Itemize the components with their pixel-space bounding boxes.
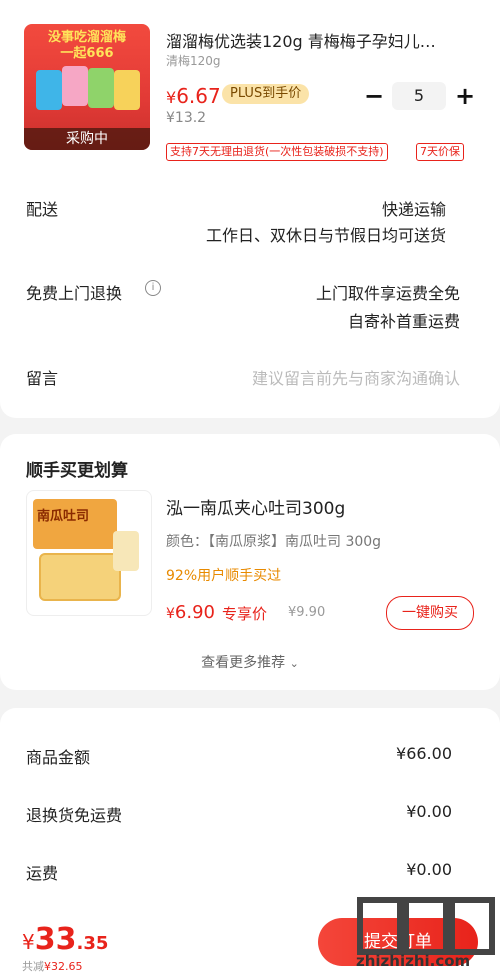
recommend-price: ¥6.90 bbox=[166, 602, 215, 623]
quantity-increase-button[interactable]: + bbox=[453, 84, 477, 108]
product-image-banner: 没事吃溜溜梅 一起666 bbox=[47, 30, 126, 61]
saved-prefix: 共减 bbox=[22, 960, 44, 973]
recommend-price-symbol: ¥ bbox=[166, 606, 175, 622]
see-more-recommend-link[interactable]: 查看更多推荐 ⌄ bbox=[0, 652, 500, 672]
info-icon[interactable]: i bbox=[145, 280, 161, 296]
saved-amount: 共减¥32.65 bbox=[22, 958, 83, 974]
price-symbol: ¥ bbox=[166, 88, 177, 107]
price-value: 6.67 bbox=[176, 84, 221, 108]
recommend-original-price: ¥9.90 bbox=[288, 605, 326, 620]
goods-amount-label: 商品金额 bbox=[26, 748, 91, 767]
message-label: 留言 bbox=[26, 369, 59, 388]
delivery-method[interactable]: 快递运输 bbox=[382, 196, 446, 220]
recommend-social-proof: 92%用户顺手买过 bbox=[166, 568, 282, 584]
one-click-buy-button[interactable]: 一键购买 bbox=[386, 596, 474, 630]
plus-price-badge: PLUS到手价 bbox=[222, 84, 310, 104]
shipping-value: ¥0.00 bbox=[406, 860, 452, 879]
toast-slice bbox=[39, 553, 121, 601]
recommend-section-title: 顺手买更划算 bbox=[26, 461, 128, 481]
see-more-label: 查看更多推荐 bbox=[201, 655, 286, 671]
return-shipping-label: 退换货免运费 bbox=[26, 806, 123, 825]
return-policy-tag: 支持7天无理由退货(一次性包装破损不支持) bbox=[166, 143, 388, 161]
minus-icon: − bbox=[363, 82, 385, 110]
message-input[interactable]: 建议留言前先与商家沟通确认 bbox=[252, 365, 460, 389]
product-spec[interactable]: 清梅120g bbox=[166, 52, 221, 69]
product-image[interactable]: 没事吃溜溜梅 一起666 采购中 bbox=[24, 24, 150, 150]
product-pack-pink bbox=[62, 66, 88, 106]
delivery-note: 工作日、双休日与节假日均可送货 bbox=[205, 226, 446, 245]
chevron-down-icon: ⌄ bbox=[289, 657, 299, 670]
watermark-text: zhizhizhi.com bbox=[356, 952, 471, 970]
recommend-product-image[interactable]: 南瓜吐司 bbox=[26, 490, 152, 616]
toast-box: 南瓜吐司 bbox=[33, 499, 117, 549]
return-line-2: 自寄补首重运费 bbox=[347, 312, 460, 331]
total-integer: 33 bbox=[34, 922, 77, 957]
plus-icon: + bbox=[454, 82, 476, 110]
product-pack-yellow bbox=[114, 70, 140, 110]
recommend-card: 顺手买更划算 南瓜吐司 泓一南瓜夹心吐司300g 颜色：【南瓜原浆】南瓜吐司 3… bbox=[0, 434, 500, 690]
goods-amount-value: ¥66.00 bbox=[396, 744, 452, 763]
price-protect-tag: 7天价保 bbox=[416, 143, 464, 161]
product-price: ¥6.67 bbox=[166, 84, 221, 108]
product-pack-blue bbox=[36, 70, 62, 110]
total-decimal: .35 bbox=[76, 933, 109, 954]
shipping-label: 运费 bbox=[26, 864, 59, 883]
quantity-decrease-button[interactable]: − bbox=[362, 84, 386, 108]
original-price: ¥13.2 bbox=[166, 110, 207, 126]
recommend-product-name[interactable]: 泓一南瓜夹心吐司300g bbox=[166, 494, 345, 519]
product-card: 没事吃溜溜梅 一起666 采购中 溜溜梅优选装120g 青梅梅子孕妇儿… 清梅1… bbox=[0, 0, 500, 418]
saved-value: ¥32.65 bbox=[44, 960, 83, 973]
return-line-1: 上门取件享运费全免 bbox=[315, 284, 460, 303]
return-shipping-value: ¥0.00 bbox=[406, 802, 452, 821]
product-pack-green bbox=[88, 68, 114, 108]
product-title[interactable]: 溜溜梅优选装120g 青梅梅子孕妇儿… bbox=[166, 28, 476, 52]
exclusive-price-label: 专享价 bbox=[222, 605, 268, 623]
toast-box-label: 南瓜吐司 bbox=[37, 509, 90, 524]
quantity-input[interactable]: 5 bbox=[392, 82, 446, 110]
recommend-price-value: 6.90 bbox=[174, 602, 215, 623]
product-status-badge: 采购中 bbox=[24, 128, 150, 150]
free-return-label: 免费上门退换 bbox=[26, 284, 123, 303]
recommend-product-spec: 颜色：【南瓜原浆】南瓜吐司 300g bbox=[166, 534, 382, 550]
total-symbol: ¥ bbox=[22, 930, 35, 954]
toast-pack bbox=[113, 531, 139, 571]
total-price: ¥33.35 bbox=[22, 922, 108, 957]
delivery-label: 配送 bbox=[26, 200, 59, 219]
